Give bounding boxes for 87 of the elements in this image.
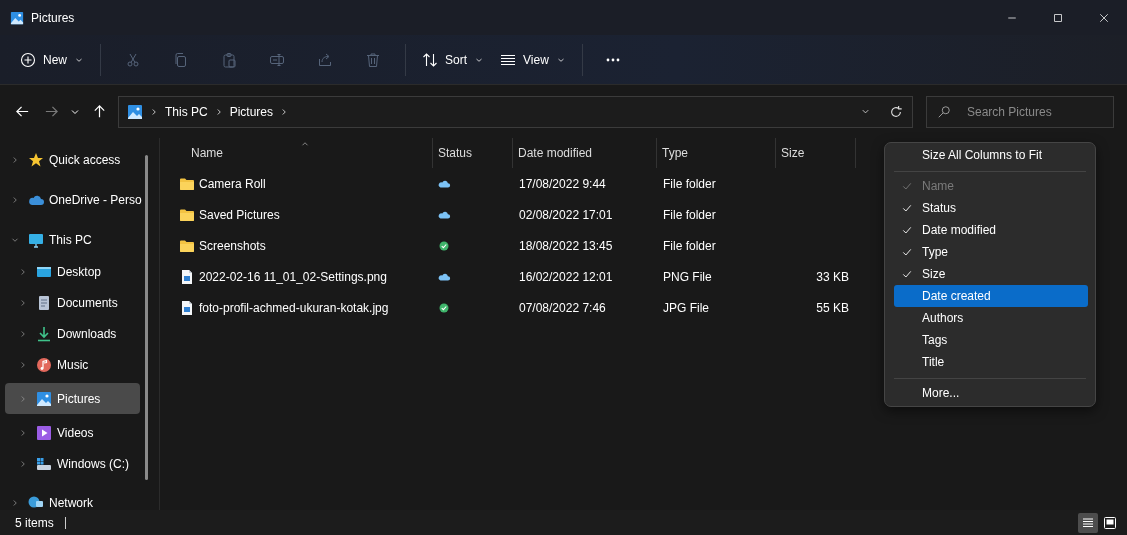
sidebar-item[interactable]: Quick access <box>5 144 140 176</box>
pictures-icon <box>127 103 143 120</box>
date-modified: 18/08/2022 13:45 <box>519 238 613 253</box>
menu-item[interactable]: More... <box>894 382 1088 404</box>
plus-icon <box>20 51 36 68</box>
date-modified: 17/08/2022 9:44 <box>519 176 606 191</box>
scissors-icon <box>125 51 141 68</box>
file-type: File folder <box>663 238 716 253</box>
menu-item[interactable]: Size All Columns to Fit <box>894 144 1088 166</box>
paste-icon <box>221 51 237 68</box>
monitor-icon <box>28 232 44 248</box>
file-type: PNG File <box>663 269 712 284</box>
menu-item[interactable]: Authors <box>894 307 1088 329</box>
new-button[interactable]: New <box>12 42 92 77</box>
date-modified: 07/08/2022 7:46 <box>519 300 606 315</box>
image-file-icon <box>179 268 195 285</box>
file-name[interactable]: Camera Roll <box>199 176 266 191</box>
menu-item[interactable]: Size <box>894 263 1088 285</box>
drive-icon <box>36 455 52 472</box>
column-header[interactable]: Name <box>178 138 433 168</box>
file-name[interactable]: Saved Pictures <box>199 207 280 222</box>
view-button[interactable]: View <box>492 42 574 77</box>
check-icon <box>901 224 913 236</box>
breadcrumb-item[interactable]: This PC <box>165 104 208 119</box>
sidebar-item[interactable]: Documents <box>5 287 140 318</box>
date-modified: 16/02/2022 12:01 <box>519 269 613 284</box>
sidebar-item[interactable]: This PC <box>5 224 140 256</box>
image-file-icon <box>179 299 195 316</box>
file-name[interactable]: 2022-02-16 11_01_02-Settings.png <box>199 269 387 284</box>
item-count: 5 items <box>15 515 54 530</box>
star-icon <box>28 152 44 168</box>
menu-item[interactable]: Date modified <box>894 219 1088 241</box>
column-header[interactable]: Status <box>433 138 513 168</box>
trash-icon <box>365 51 381 68</box>
search-icon <box>937 104 951 119</box>
sidebar-item[interactable]: Music <box>5 349 140 380</box>
network-icon <box>28 495 44 510</box>
file-type: File folder <box>663 176 716 191</box>
menu-item[interactable]: Date created <box>894 285 1088 307</box>
tiles-icon <box>1102 514 1118 531</box>
file-name[interactable]: Screenshots <box>199 238 266 253</box>
forward-arrow-icon <box>43 104 59 119</box>
document-icon <box>36 294 52 311</box>
sidebar-item[interactable]: Desktop <box>5 256 140 287</box>
file-type: File folder <box>663 207 716 222</box>
back-arrow-icon <box>14 104 30 119</box>
menu-item[interactable]: Title <box>894 351 1088 373</box>
sidebar-item[interactable]: Videos <box>5 417 140 448</box>
check-icon <box>901 180 913 192</box>
file-size: 55 KB <box>816 300 849 315</box>
check-icon <box>901 202 913 214</box>
app-icon <box>10 10 24 25</box>
refresh-icon <box>889 104 903 119</box>
rename-icon <box>269 51 285 68</box>
menu-item[interactable]: Status <box>894 197 1088 219</box>
pictures-icon <box>36 390 52 407</box>
menu-item[interactable]: Tags <box>894 329 1088 351</box>
share-icon <box>317 51 333 68</box>
file-size: 33 KB <box>816 269 849 284</box>
video-icon <box>36 424 52 441</box>
maximize-icon <box>1052 11 1064 24</box>
copy-icon <box>173 51 189 68</box>
file-name[interactable]: foto-profil-achmed-ukuran-kotak.jpg <box>199 300 389 315</box>
details-view-button[interactable] <box>1078 512 1098 533</box>
sidebar-item[interactable]: OneDrive - Perso <box>5 184 140 216</box>
breadcrumb-item[interactable]: Pictures <box>229 104 274 119</box>
menu-item[interactable]: Type <box>894 241 1088 263</box>
download-icon <box>36 325 52 342</box>
address-bar[interactable]: This PC Pictures <box>118 95 913 128</box>
close-icon <box>1098 11 1110 24</box>
sidebar-item[interactable]: Downloads <box>5 318 140 349</box>
window-title: Pictures <box>31 10 75 25</box>
search-field[interactable]: Search Pictures <box>926 95 1114 128</box>
column-header[interactable]: Date modified <box>513 138 657 168</box>
check-icon <box>901 246 913 258</box>
column-header[interactable]: Type <box>657 138 776 168</box>
sort-button[interactable]: Sort <box>414 42 493 77</box>
sidebar-item[interactable]: Pictures <box>5 383 140 414</box>
column-header[interactable]: Size <box>776 138 856 168</box>
file-type: JPG File <box>663 300 709 315</box>
sort-icon <box>422 51 438 68</box>
sidebar-item[interactable]: Windows (C:) <box>5 448 140 479</box>
scrollbar-thumb[interactable] <box>145 155 148 480</box>
more-icon <box>604 57 621 62</box>
date-modified: 02/08/2022 17:01 <box>519 207 613 222</box>
check-icon <box>901 268 913 280</box>
music-icon <box>36 356 52 373</box>
